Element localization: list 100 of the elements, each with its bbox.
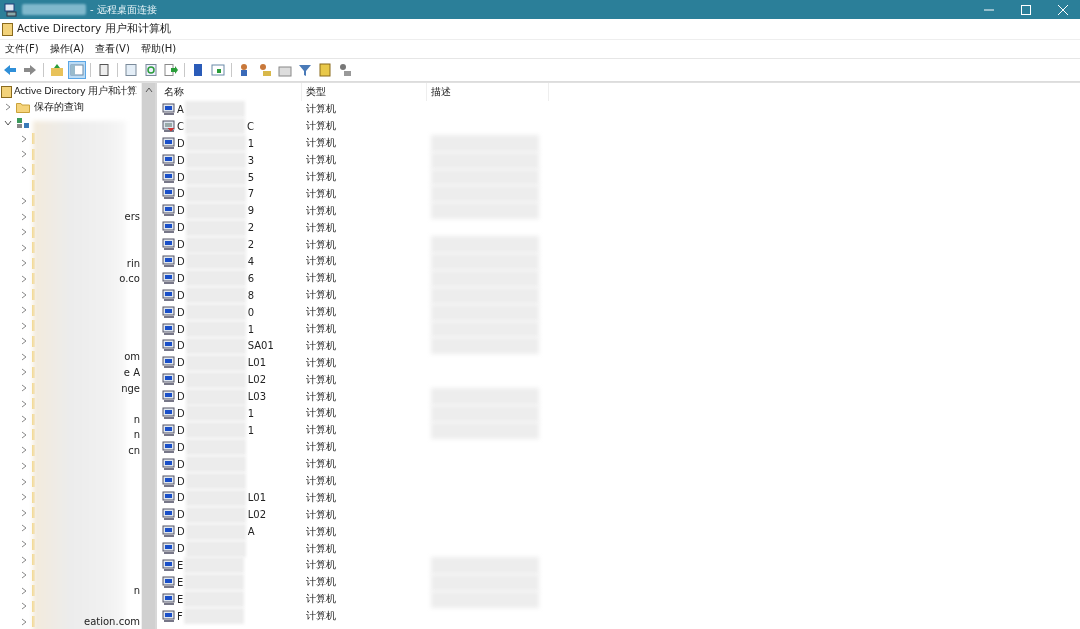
computer-name[interactable]: 6	[247, 272, 255, 284]
computer-name[interactable]: D	[177, 188, 185, 200]
tree-item[interactable]: rin	[126, 257, 141, 269]
type-cell-text: 计算机	[305, 592, 337, 607]
type-cell-text: 计算机	[305, 237, 337, 252]
computer-name[interactable]: D	[177, 475, 185, 487]
type-cell-text: 计算机	[305, 305, 337, 320]
menu-item[interactable]: 文件(F)	[5, 42, 39, 56]
computer-name[interactable]: D	[177, 154, 185, 166]
type-cell-text: 计算机	[305, 490, 337, 505]
type-cell-text: 计算机	[305, 507, 337, 522]
column-header[interactable]: 类型	[302, 83, 427, 101]
type-cell-text: 计算机	[305, 322, 337, 336]
computer-name[interactable]: A	[177, 103, 184, 115]
tree-item[interactable]: cn	[128, 444, 141, 456]
computer-name[interactable]: 9	[247, 205, 255, 217]
computer-name[interactable]: D	[177, 272, 185, 284]
computer-name[interactable]: L02	[247, 374, 266, 386]
type-cell-text: 计算机	[305, 119, 337, 134]
type-cell-text: 计算机	[305, 575, 337, 590]
computer-name[interactable]: 1	[247, 424, 255, 436]
tree-root-label[interactable]: Active Directory 用户和计算	[14, 85, 137, 99]
window-title: - 远程桌面连接	[90, 2, 157, 17]
tree-item[interactable]: nge	[121, 382, 141, 394]
type-cell-text: 计算机	[305, 541, 337, 556]
type-cell-text: 计算机	[305, 558, 337, 573]
computer-name[interactable]: D	[177, 323, 185, 335]
computer-name[interactable]: D	[177, 543, 185, 555]
type-cell-text: 计算机	[305, 136, 337, 151]
type-cell-text: 计算机	[305, 254, 337, 269]
column-header[interactable]: 描述	[427, 83, 549, 101]
tree-item[interactable]: n	[133, 585, 141, 597]
computer-name[interactable]: 3	[247, 154, 255, 166]
computer-name[interactable]: E	[177, 576, 184, 588]
tree-item[interactable]: ers	[124, 211, 141, 223]
computer-name[interactable]: L01	[247, 492, 266, 504]
computer-name[interactable]: D	[177, 509, 185, 521]
type-cell-text: 计算机	[305, 440, 337, 455]
computer-name[interactable]: 4	[247, 255, 255, 267]
type-cell-text: 计算机	[305, 423, 337, 438]
computer-name[interactable]: D	[177, 526, 185, 538]
type-cell-text: 计算机	[305, 355, 337, 370]
type-cell-text: 计算机	[305, 474, 337, 489]
tree-item[interactable]: o.co	[119, 273, 141, 285]
type-cell-text: 计算机	[305, 271, 337, 286]
computer-name[interactable]: D	[177, 424, 185, 436]
tree-item[interactable]: om	[124, 351, 141, 363]
computer-name[interactable]: D	[177, 306, 185, 318]
computer-name[interactable]: E	[177, 560, 184, 571]
tree-item[interactable]: eation.com	[84, 616, 141, 628]
computer-name[interactable]: SA01	[247, 340, 274, 352]
type-cell-text: 计算机	[305, 389, 337, 404]
type-cell-text: 计算机	[305, 457, 337, 472]
menu-item[interactable]: 操作(A)	[49, 42, 85, 56]
computer-name[interactable]: D	[177, 205, 185, 217]
type-cell-text: 计算机	[305, 186, 337, 201]
computer-name[interactable]: L01	[247, 357, 266, 369]
computer-name[interactable]: D	[177, 374, 185, 386]
computer-name[interactable]: 2	[247, 239, 255, 251]
computer-name[interactable]: E	[177, 593, 184, 605]
computer-name[interactable]: 5	[247, 171, 255, 183]
computer-name[interactable]: D	[177, 289, 185, 301]
tree-item[interactable]: n	[133, 429, 141, 441]
tree-item[interactable]: e A	[123, 367, 141, 378]
computer-name[interactable]: 2	[247, 222, 255, 234]
type-cell-text: 计算机	[305, 609, 337, 624]
computer-name[interactable]: A	[247, 526, 255, 538]
computer-name[interactable]: 7	[247, 188, 255, 200]
computer-name[interactable]: D	[177, 340, 185, 352]
computer-name[interactable]: 8	[247, 289, 255, 301]
computer-name[interactable]: D	[177, 255, 185, 267]
type-cell-text: 计算机	[305, 102, 337, 117]
computer-name[interactable]: D	[177, 222, 185, 234]
type-cell-text: 计算机	[305, 170, 337, 184]
computer-name[interactable]: L02	[247, 509, 266, 521]
computer-name[interactable]: 1	[247, 137, 255, 149]
computer-name[interactable]: D	[177, 171, 185, 183]
computer-name[interactable]: 1	[247, 323, 255, 335]
app-title: Active Directory 用户和计算机	[17, 22, 171, 36]
computer-name[interactable]: D	[177, 239, 185, 251]
computer-name[interactable]: D	[177, 407, 185, 419]
computer-name[interactable]: 1	[247, 407, 255, 419]
tree-item[interactable]: n	[133, 413, 141, 425]
computer-name[interactable]: D	[177, 441, 185, 453]
type-cell-text: 计算机	[305, 220, 337, 235]
tree-item[interactable]: 保存的查询	[34, 100, 84, 115]
type-cell-text: 计算机	[305, 406, 337, 421]
computer-name[interactable]: 0	[247, 306, 255, 318]
computer-name[interactable]: D	[177, 458, 185, 470]
computer-name[interactable]: D	[177, 391, 185, 403]
computer-name[interactable]: D	[177, 137, 185, 149]
menu-item[interactable]: 帮助(H)	[140, 42, 177, 56]
computer-name[interactable]: F	[177, 610, 183, 622]
type-cell-text: 计算机	[305, 288, 337, 303]
type-cell-text: 计算机	[305, 338, 337, 353]
menu-item[interactable]: 查看(V)	[95, 42, 130, 56]
computer-name[interactable]: D	[177, 492, 185, 504]
computer-name[interactable]: L03	[247, 391, 266, 403]
type-cell-text: 计算机	[305, 372, 337, 387]
computer-name[interactable]: D	[177, 357, 185, 369]
